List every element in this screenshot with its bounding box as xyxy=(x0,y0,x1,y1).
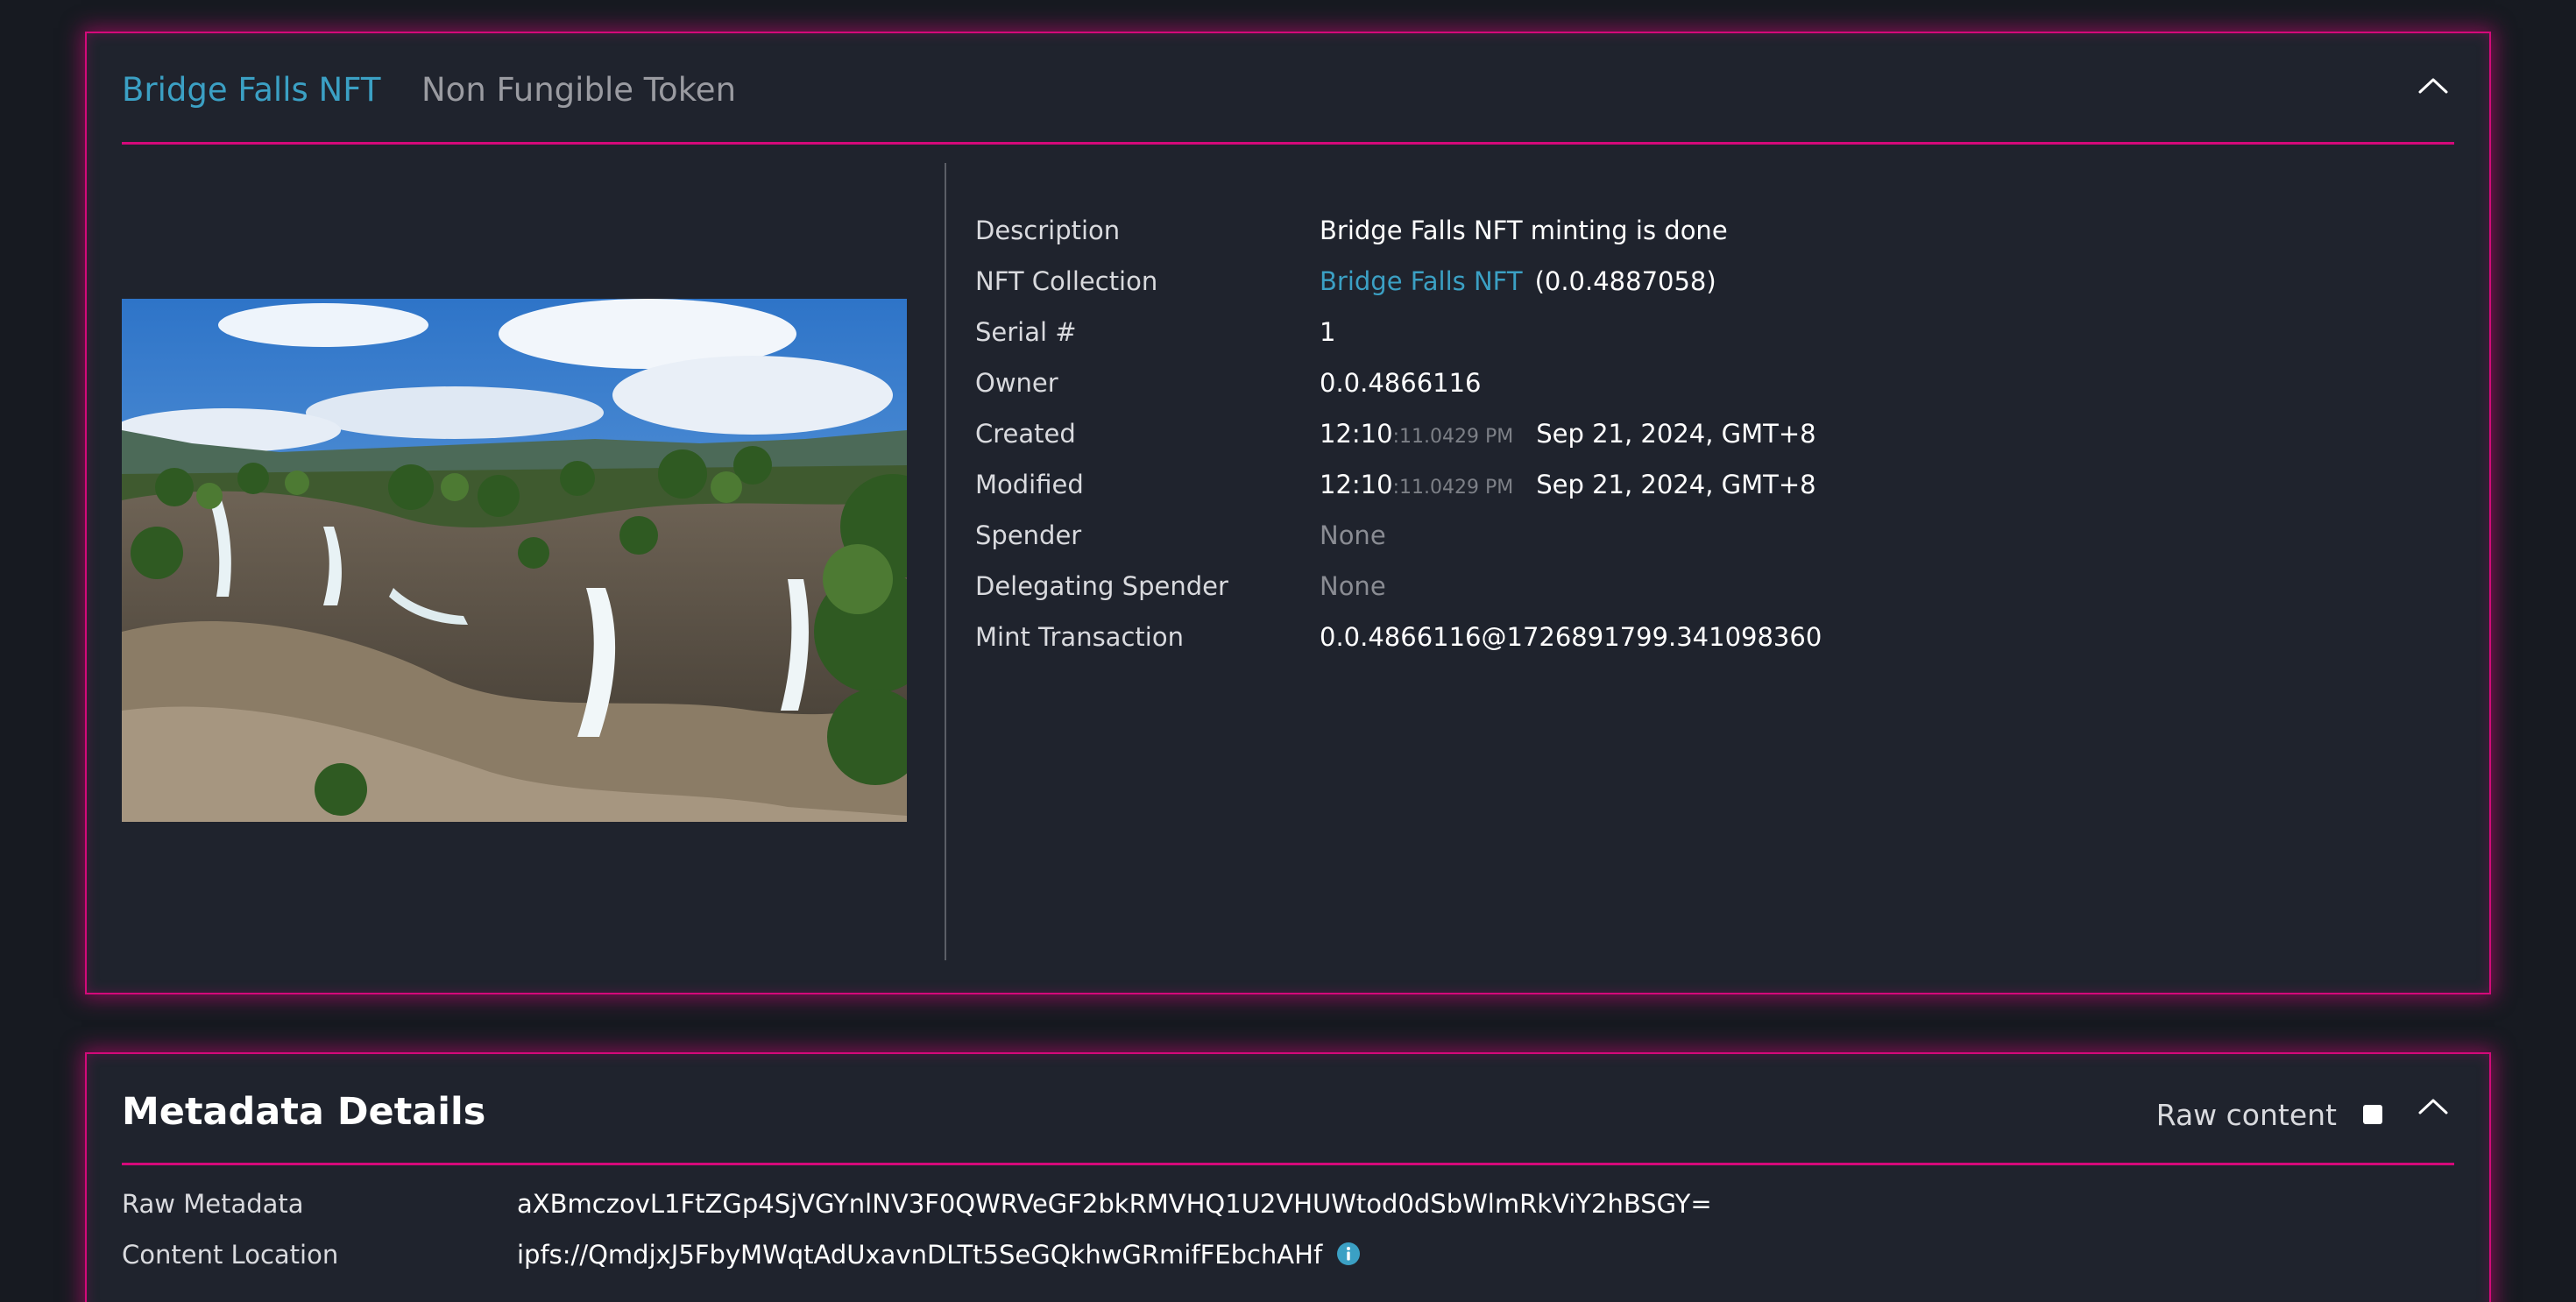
property-label: NFT Collection xyxy=(975,266,1158,296)
info-icon[interactable] xyxy=(1336,1242,1361,1266)
collection-link[interactable]: Bridge Falls NFT xyxy=(1320,266,1523,296)
modified-value: 12:10:11.0429 PM Sep 21, 2024, GMT+8 xyxy=(1320,470,1816,499)
delegating-spender-value: None xyxy=(1320,571,1386,601)
metadata-panel: Metadata Details Raw content Raw Metadat… xyxy=(85,1052,2491,1302)
metadata-label: Content Location xyxy=(122,1240,339,1270)
nft-subtitle: Non Fungible Token xyxy=(421,71,737,109)
nft-title: Bridge Falls NFT xyxy=(122,71,381,109)
vertical-divider xyxy=(945,163,946,960)
nft-image[interactable] xyxy=(122,299,907,822)
collection-id: (0.0.4887058) xyxy=(1534,266,1716,296)
spender-value: None xyxy=(1320,520,1386,550)
created-date: Sep 21, 2024, GMT+8 xyxy=(1536,419,1816,449)
collapse-chevron-up-icon[interactable] xyxy=(2416,68,2451,103)
property-label: Created xyxy=(975,419,1076,449)
description-value: Bridge Falls NFT minting is done xyxy=(1320,216,1728,245)
metadata-title: Metadata Details xyxy=(122,1090,486,1134)
owner-value[interactable]: 0.0.4866116 xyxy=(1320,368,1482,398)
raw-content-toggle: Raw content xyxy=(2156,1097,2382,1132)
created-time: 12:10 xyxy=(1320,419,1393,449)
metadata-panel-header: Metadata Details Raw content xyxy=(122,1054,2454,1165)
nft-panel-header: Bridge Falls NFT Non Fungible Token xyxy=(122,33,2454,145)
modified-seconds: :11.0429 PM xyxy=(1392,477,1514,499)
nft-panel: Bridge Falls NFT Non Fungible Token Desc… xyxy=(85,32,2491,994)
property-label: Delegating Spender xyxy=(975,571,1228,601)
metadata-label: Raw Metadata xyxy=(122,1189,304,1219)
property-label: Owner xyxy=(975,368,1058,398)
property-label: Description xyxy=(975,216,1121,245)
created-value: 12:10:11.0429 PM Sep 21, 2024, GMT+8 xyxy=(1320,419,1816,449)
property-label: Modified xyxy=(975,470,1084,499)
serial-value: 1 xyxy=(1320,317,1336,347)
modified-date: Sep 21, 2024, GMT+8 xyxy=(1536,470,1816,499)
property-label: Mint Transaction xyxy=(975,622,1184,652)
content-location-text[interactable]: ipfs://QmdjxJ5FbyMWqtAdUxavnDLTt5SeGQkhw… xyxy=(517,1240,1322,1270)
raw-content-checkbox[interactable] xyxy=(2363,1105,2382,1124)
modified-time: 12:10 xyxy=(1320,470,1393,499)
created-seconds: :11.0429 PM xyxy=(1392,426,1514,448)
property-label: Serial # xyxy=(975,317,1077,347)
collapse-chevron-up-icon[interactable] xyxy=(2416,1089,2451,1124)
property-label: Spender xyxy=(975,520,1082,550)
raw-content-label: Raw content xyxy=(2155,1097,2337,1132)
mint-transaction-value[interactable]: 0.0.4866116@1726891799.341098360 xyxy=(1320,622,1822,652)
raw-metadata-value: aXBmczovL1FtZGp4SjVGYnlNV3F0QWRVeGF2bkRM… xyxy=(517,1189,1712,1219)
collection-value: Bridge Falls NFT (0.0.4887058) xyxy=(1320,266,1716,296)
content-location-value: ipfs://QmdjxJ5FbyMWqtAdUxavnDLTt5SeGQkhw… xyxy=(517,1240,1361,1270)
